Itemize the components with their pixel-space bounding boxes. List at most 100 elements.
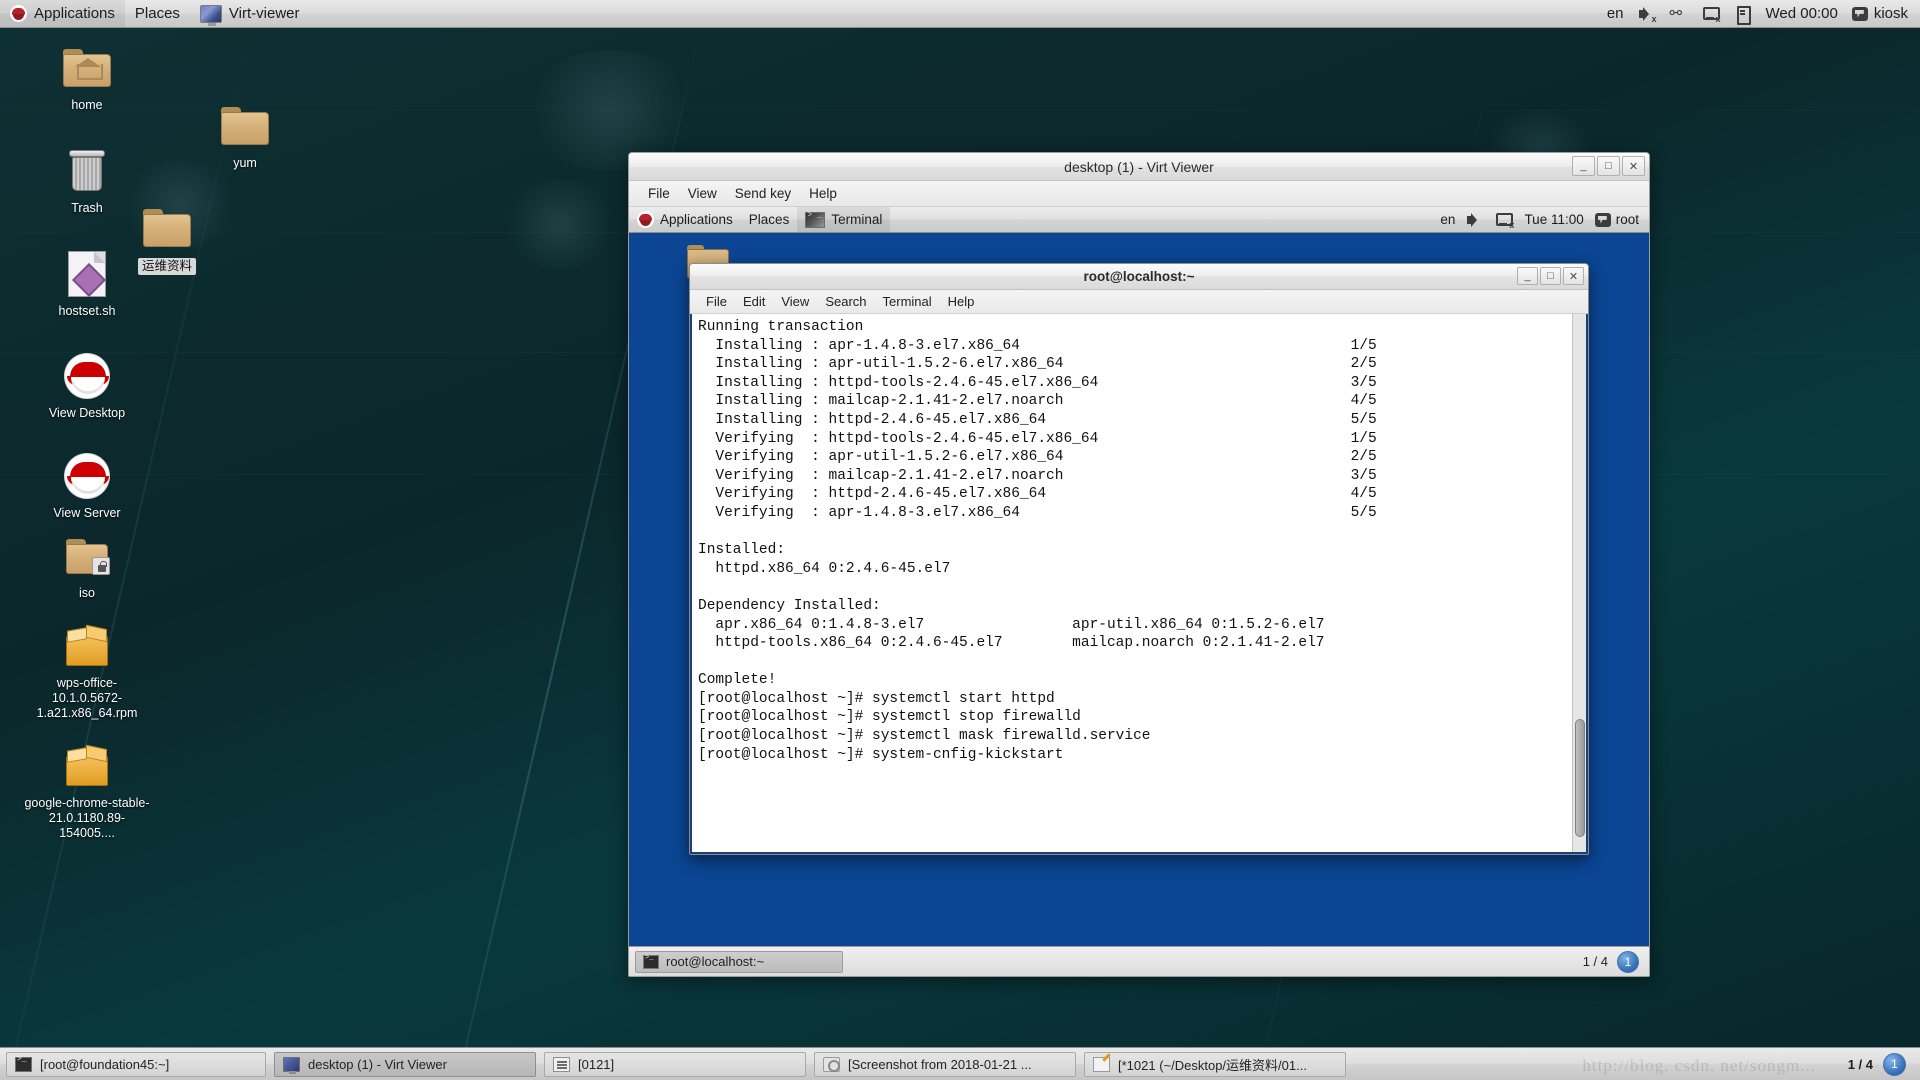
desktop-icon-label: hostset.sh [58,304,116,318]
menu-help[interactable]: Help [800,184,846,203]
terminal-titlebar[interactable]: root@localhost:~ _ □ ✕ [690,264,1588,290]
virt-viewer-menubar: File View Send key Help [629,181,1649,207]
guest-keyboard-indicator[interactable]: en [1440,212,1455,227]
taskbar-item-virt-viewer[interactable]: desktop (1) - Virt Viewer [274,1051,536,1077]
terminal-scrollbar[interactable] [1572,314,1586,852]
maximize-button[interactable]: □ [1597,156,1620,176]
taskbar-item-label: desktop (1) - Virt Viewer [308,1056,447,1072]
terminal-output[interactable]: Running transaction Installing : apr-1.4… [692,314,1572,852]
desktop-icon-label: 运维资料 [137,258,196,275]
folder-icon [112,202,222,254]
guest-desktop-area[interactable]: root@localhost:~ _ □ ✕ File Edit View Se… [629,233,1649,946]
bluetooth-icon[interactable]: ⚯ [1670,5,1688,23]
terminal-menu-search[interactable]: Search [817,292,874,311]
terminal-menubar: File Edit View Search Terminal Help [690,290,1588,314]
menu-file[interactable]: File [639,184,679,203]
taskbar-item-0121[interactable]: [0121] [544,1051,806,1077]
taskbar-item-root-foundation45[interactable]: [root@foundation45:~] [6,1051,266,1077]
guest-applications-menu[interactable]: Applications [629,207,741,232]
menu-send-key[interactable]: Send key [726,184,800,203]
window-menu-virt-viewer[interactable]: Virt-viewer [190,0,310,27]
redhat-logo-icon [637,211,654,228]
screenshot-icon [823,1056,840,1072]
guest-places-menu[interactable]: Places [741,207,798,232]
clock[interactable]: Wed 00:00 [1766,5,1838,22]
taskbar-item-editor-1021[interactable]: [*1021 (~/Desktop/运维资料/01... [1084,1051,1346,1077]
terminal-icon [15,1055,32,1072]
terminal-menu-file[interactable]: File [698,292,735,311]
menu-view[interactable]: View [679,184,726,203]
terminal-minimize-button[interactable]: _ [1517,267,1538,285]
taskbar-item-label: [root@foundation45:~] [40,1056,170,1072]
close-button[interactable]: ✕ [1622,156,1645,176]
minimize-button[interactable]: _ [1572,156,1595,176]
desktop-icon-label: View Desktop [48,406,126,420]
desktop-icon-label: wps-office-10.1.0.5672-1.a21.x86_64.rpm [36,676,138,720]
editor-icon [1093,1056,1110,1072]
terminal-maximize-button[interactable]: □ [1540,267,1561,285]
document-icon[interactable] [1734,5,1752,25]
terminal-title: root@localhost:~ [1083,269,1195,284]
guest-user-label[interactable]: root [1616,212,1639,227]
host-top-panel: Applications Places Virt-viewer en x ⚯ x… [0,0,1920,28]
host-workspace-count: 1 / 4 [1847,1056,1873,1072]
desktop-icon-iso[interactable]: iso [32,530,142,601]
desktop-icon-home[interactable]: home [32,42,142,113]
keyboard-indicator[interactable]: en [1607,5,1624,22]
terminal-scrollbar-thumb[interactable] [1575,719,1585,837]
desktop-icon-google-chrome-rpm[interactable]: google-chrome-stable-21.0.1180.89-154005… [22,740,152,841]
folder-icon [190,100,300,152]
taskbar-item-label: [Screenshot from 2018-01-21 ... [848,1056,1032,1072]
terminal-menu-help[interactable]: Help [940,292,983,311]
taskbar-item-label: [*1021 (~/Desktop/运维资料/01... [1118,1057,1307,1073]
virt-viewer-window-buttons: _ □ ✕ [1570,156,1645,176]
virt-viewer-thumb-icon [199,4,222,26]
desktop-icon-view-desktop[interactable]: View Desktop [32,350,142,421]
terminal-body[interactable]: Running transaction Installing : apr-1.4… [690,314,1588,854]
folder-home-icon [32,42,142,94]
places-menu[interactable]: Places [125,0,190,27]
virt-viewer-titlebar[interactable]: desktop (1) - Virt Viewer _ □ ✕ [629,153,1649,181]
applications-menu[interactable]: Applications [0,0,125,27]
desktop-icon-view-server[interactable]: View Server [32,450,142,521]
terminal-menu-terminal[interactable]: Terminal [875,292,940,311]
host-workspace-pager[interactable]: 1 [1883,1052,1906,1076]
virt-viewer-title: desktop (1) - Virt Viewer [1064,158,1214,175]
virt-viewer-window: desktop (1) - Virt Viewer _ □ ✕ File Vie… [628,152,1650,977]
desktop-icon-label: google-chrome-stable-21.0.1180.89-154005… [24,796,150,840]
text-file-icon [553,1056,570,1072]
user-icon [1851,6,1868,21]
guest-taskbar: root@localhost:~ 1 / 4 1 [629,946,1649,976]
network-disconnected-icon[interactable]: x [1495,211,1514,229]
desktop-icon-label: yum [233,156,257,170]
user-menu-label[interactable]: kiosk [1874,5,1908,22]
redhat-icon [32,350,142,402]
volume-icon[interactable] [1466,211,1484,229]
terminal-thumb-icon [805,211,826,228]
taskbar-item-screenshot[interactable]: [Screenshot from 2018-01-21 ... [814,1051,1076,1077]
redhat-logo-icon [10,5,27,22]
trash-icon [32,145,142,197]
applications-menu-label: Applications [34,5,115,22]
guest-places-label: Places [748,212,790,227]
places-menu-label: Places [134,5,180,22]
desktop-icon-wps-office-rpm[interactable]: wps-office-10.1.0.5672-1.a21.x86_64.rpm [22,620,152,721]
guest-taskbar-item-label: root@localhost:~ [666,954,765,969]
volume-muted-icon[interactable]: x [1638,5,1657,23]
terminal-close-button[interactable]: ✕ [1563,267,1584,285]
guest-clock[interactable]: Tue 11:00 [1524,212,1583,227]
guest-taskbar-item-terminal[interactable]: root@localhost:~ [635,950,843,973]
network-disconnected-icon[interactable]: x [1702,5,1721,23]
terminal-menu-view[interactable]: View [773,292,817,311]
guest-workspace-pager[interactable]: 1 [1617,950,1639,973]
desktop-icon-label: home [71,98,103,112]
guest-window-menu-terminal[interactable]: Terminal [797,207,891,232]
desktop-icon-label: iso [79,586,95,600]
desktop-icon-yunwei-ziliao[interactable]: 运维资料 [112,202,222,275]
guest-top-panel: Applications Places Terminal en x Tue 11… [629,207,1649,233]
terminal-icon [643,954,659,969]
screen-root: Applications Places Virt-viewer en x ⚯ x… [0,0,1920,1080]
window-menu-label: Virt-viewer [228,5,300,22]
desktop-icon-yum[interactable]: yum [190,100,300,171]
terminal-menu-edit[interactable]: Edit [735,292,773,311]
